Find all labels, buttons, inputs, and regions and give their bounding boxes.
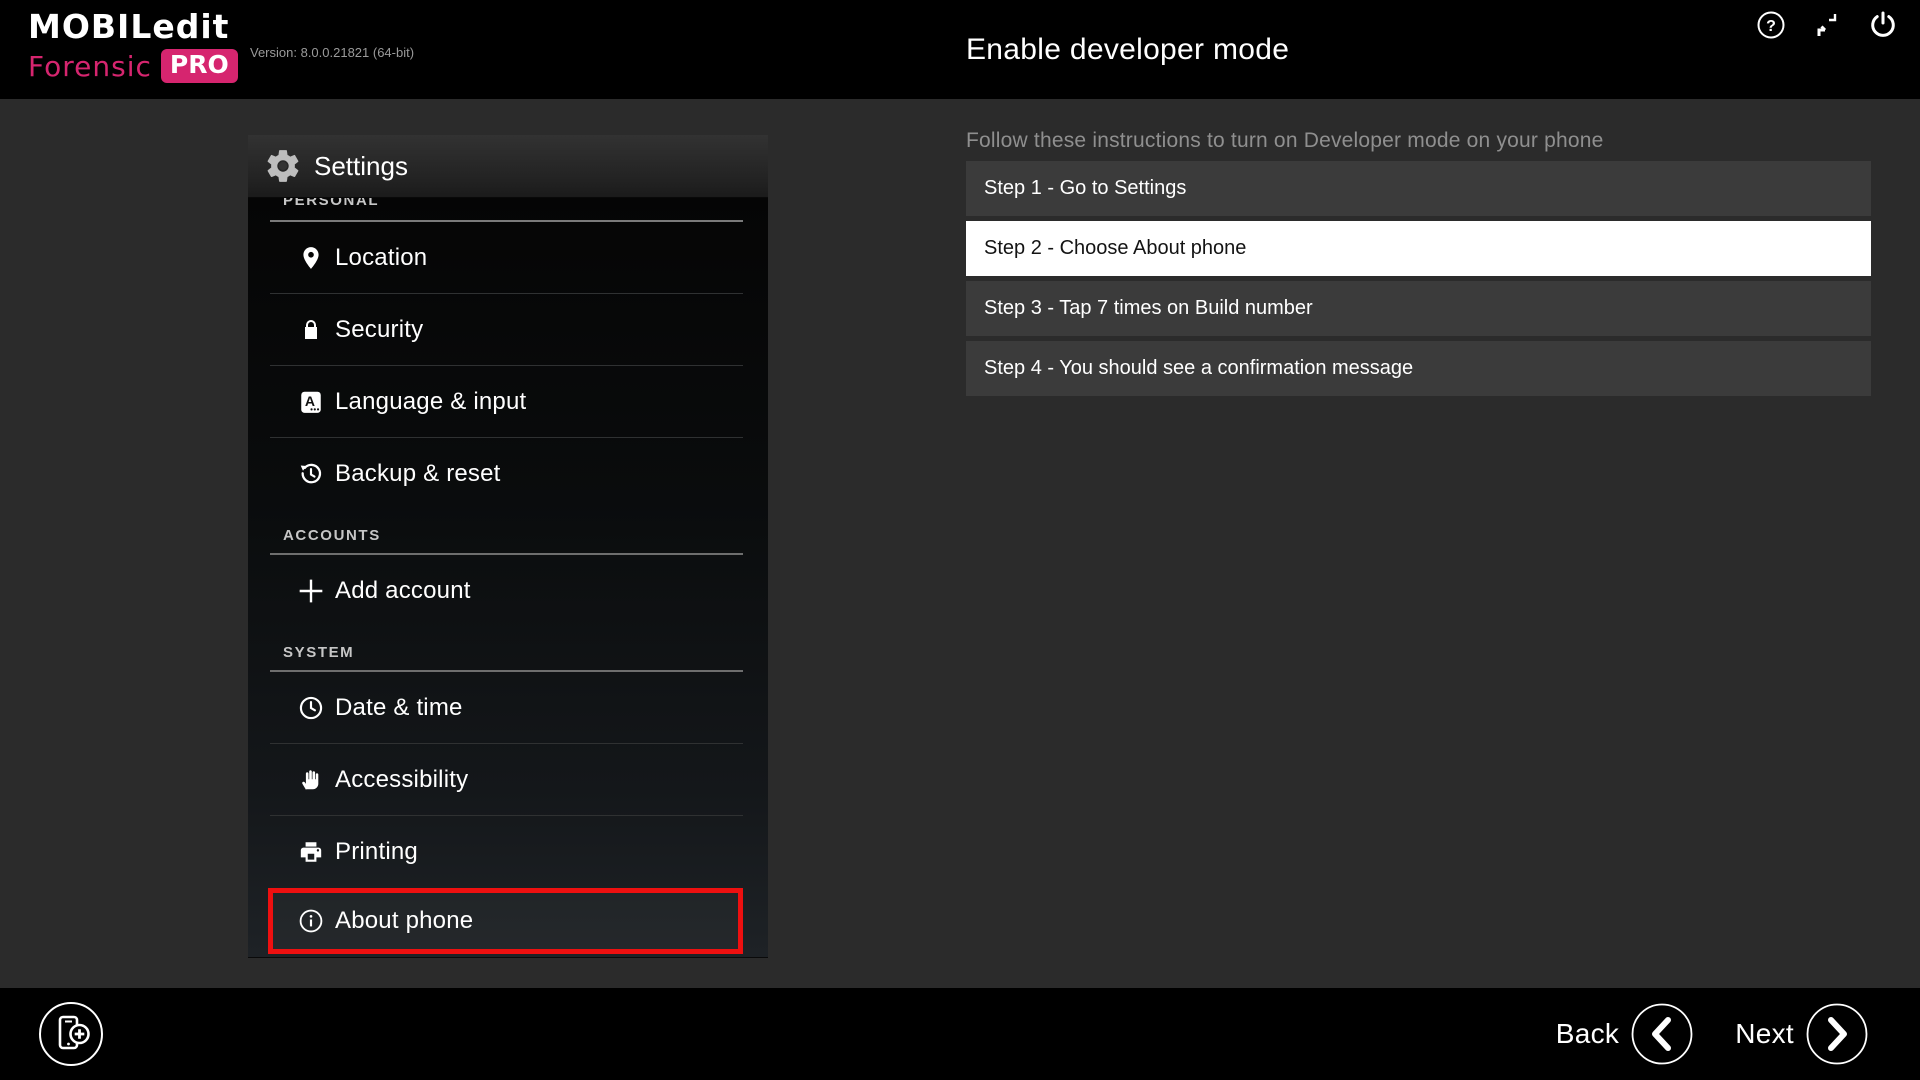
clock-icon	[295, 691, 327, 725]
back-label: Back	[1556, 1018, 1619, 1050]
logo-pro-badge: PRO	[161, 49, 238, 83]
section-label-accounts: ACCOUNTS	[270, 510, 743, 555]
settings-title: Settings	[314, 151, 408, 182]
next-label: Next	[1735, 1018, 1794, 1050]
power-icon[interactable]	[1866, 8, 1900, 42]
instructions-panel: Follow these instructions to turn on Dev…	[966, 99, 1871, 401]
chevron-right-circle-icon	[1806, 1003, 1868, 1065]
lock-icon	[295, 313, 327, 347]
about-phone-highlight-box: About phone	[268, 888, 743, 954]
logo-text-mobiledit: MOBILedit	[28, 7, 238, 46]
settings-item-security: Security	[270, 294, 743, 366]
section-label-personal: PERSONAL	[270, 198, 743, 222]
add-device-button[interactable]	[38, 1001, 104, 1067]
logo-text-forensic: Forensic	[28, 50, 152, 83]
chevron-left-circle-icon	[1631, 1003, 1693, 1065]
settings-item-printing: Printing	[270, 816, 743, 888]
language-input-icon: A	[295, 385, 327, 419]
next-button[interactable]: Next	[1735, 1003, 1868, 1065]
settings-item-date-time: Date & time	[270, 672, 743, 744]
main-area: Settings PERSONAL Location	[0, 99, 1920, 988]
phone-settings-screenshot: Settings PERSONAL Location	[248, 135, 768, 958]
settings-item-add-account: Add account	[270, 555, 743, 627]
settings-list: PERSONAL Location Security	[248, 198, 768, 957]
step-4[interactable]: Step 4 - You should see a confirmation m…	[966, 341, 1871, 396]
top-bar: MOBILedit Forensic PRO Version: 8.0.0.21…	[0, 0, 1920, 99]
footer-bar: Back Next	[0, 988, 1920, 1080]
restore-window-icon[interactable]	[1810, 8, 1844, 42]
version-label: Version: 8.0.0.21821 (64-bit)	[250, 45, 414, 60]
backup-reset-icon	[295, 457, 327, 491]
phone-add-icon	[38, 1001, 104, 1067]
gear-icon	[263, 149, 303, 183]
settings-item-accessibility: Accessibility	[270, 744, 743, 816]
info-icon	[295, 904, 327, 938]
printer-icon	[295, 835, 327, 869]
help-icon[interactable]: ?	[1754, 8, 1788, 42]
svg-text:A: A	[305, 392, 315, 408]
settings-item-language-input: A Language & input	[270, 366, 743, 438]
step-2-active[interactable]: Step 2 - Choose About phone	[966, 221, 1871, 276]
step-3[interactable]: Step 3 - Tap 7 times on Build number	[966, 281, 1871, 336]
step-1[interactable]: Step 1 - Go to Settings	[966, 161, 1871, 216]
mobiledit-logo: MOBILedit Forensic PRO	[28, 7, 238, 83]
page-title: Enable developer mode	[966, 33, 1289, 67]
plus-icon	[295, 574, 327, 608]
settings-item-location: Location	[270, 222, 743, 294]
location-pin-icon	[295, 241, 327, 275]
accessibility-hand-icon	[295, 763, 327, 797]
steps-list: Step 1 - Go to Settings Step 2 - Choose …	[966, 161, 1871, 396]
section-label-system: SYSTEM	[270, 627, 743, 672]
settings-header: Settings	[248, 135, 768, 198]
back-button[interactable]: Back	[1556, 1003, 1693, 1065]
settings-item-about-phone: About phone	[335, 907, 473, 935]
wizard-navigation: Back Next	[1556, 1003, 1868, 1065]
svg-text:?: ?	[1766, 18, 1776, 35]
instructions-subtitle: Follow these instructions to turn on Dev…	[966, 129, 1871, 153]
settings-item-backup-reset: Backup & reset	[270, 438, 743, 510]
